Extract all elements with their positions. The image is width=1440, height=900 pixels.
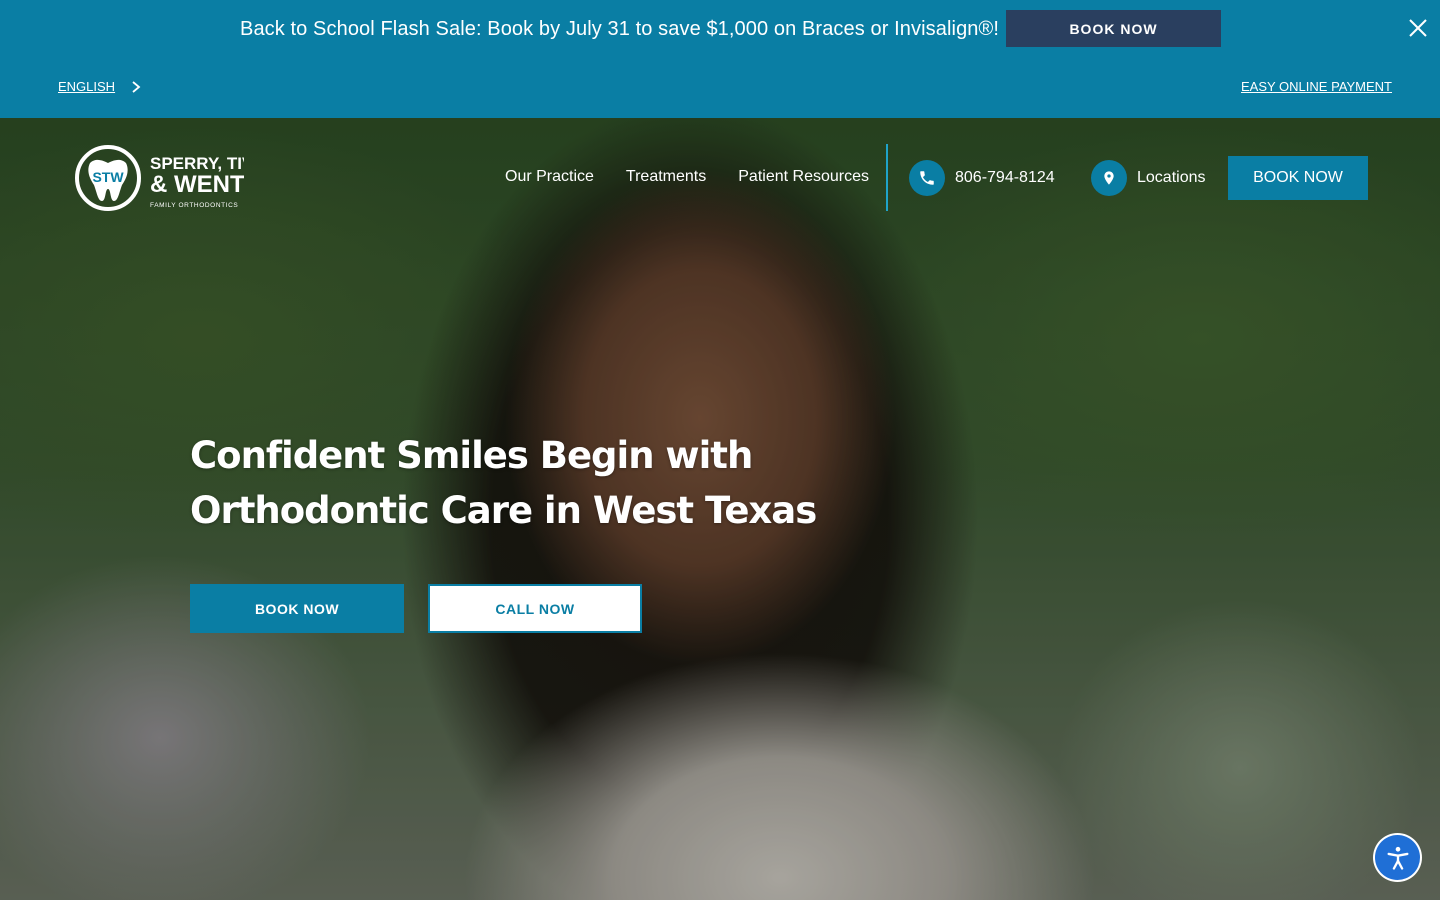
hero-section: STW SPERRY, TIVIS & WENTZ FAMILY ORTHODO… <box>0 118 1440 900</box>
locations-link[interactable]: Locations <box>1091 160 1206 196</box>
chevron-right-icon <box>132 80 141 93</box>
main-nav: Our Practice Treatments Patient Resource… <box>505 168 869 186</box>
promo-banner: Back to School Flash Sale: Book by July … <box>0 0 1440 118</box>
hero-call-now-button[interactable]: CALL NOW <box>428 584 642 633</box>
phone-icon <box>909 160 945 196</box>
location-pin-icon <box>1091 160 1127 196</box>
language-label: ENGLISH <box>58 79 116 94</box>
phone-number: 806-794-8124 <box>955 169 1055 186</box>
tooth-logo-icon: STW <box>75 145 141 211</box>
logo-tagline: FAMILY ORTHODONTICS <box>150 202 238 209</box>
accessibility-button[interactable] <box>1375 835 1420 880</box>
close-icon[interactable] <box>1404 14 1432 42</box>
hero-headline: Confident Smiles Begin with Orthodontic … <box>190 434 817 532</box>
site-logo[interactable]: STW SPERRY, TIVIS & WENTZ FAMILY ORTHODO… <box>72 145 244 211</box>
promo-book-now-button[interactable]: BOOK NOW <box>1006 10 1221 47</box>
accessibility-icon <box>1387 846 1408 870</box>
nav-item-treatments[interactable]: Treatments <box>626 168 706 186</box>
logo-line2: & WENTZ <box>150 171 244 198</box>
header-book-now-button[interactable]: BOOK NOW <box>1228 156 1368 200</box>
nav-item-our-practice[interactable]: Our Practice <box>505 168 594 186</box>
nav-item-patient-resources[interactable]: Patient Resources <box>738 168 869 186</box>
promo-text: Back to School Flash Sale: Book by July … <box>240 18 1000 40</box>
svg-text:STW: STW <box>92 169 124 185</box>
phone-link[interactable]: 806-794-8124 <box>909 160 1055 196</box>
locations-label: Locations <box>1137 169 1206 186</box>
nav-divider <box>886 144 888 211</box>
easy-online-payment-link[interactable]: EASY ONLINE PAYMENT <box>1241 79 1392 94</box>
language-selector[interactable]: ENGLISH <box>58 79 141 94</box>
hero-book-now-button[interactable]: BOOK NOW <box>190 584 404 633</box>
